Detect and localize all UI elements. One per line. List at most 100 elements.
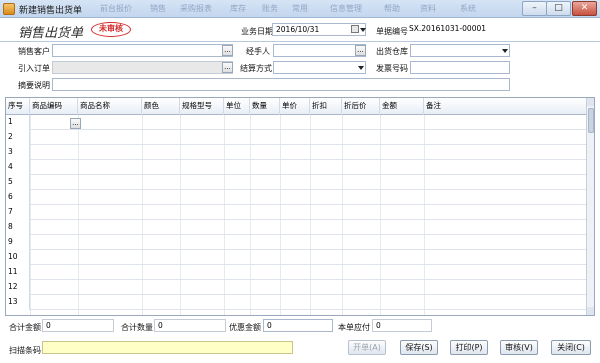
payable-label: 本单应付 bbox=[338, 323, 370, 332]
ghost-menu-item: 库存 bbox=[230, 4, 246, 13]
chevron-down-icon[interactable] bbox=[360, 28, 366, 32]
invoice-label: 发票号码 bbox=[376, 64, 408, 73]
ghost-menu-item: 账务 bbox=[262, 4, 278, 13]
table-row[interactable]: 3 bbox=[6, 145, 586, 160]
audit-button[interactable]: 审核(V) bbox=[500, 340, 538, 355]
status-stamp: 未审核 bbox=[91, 22, 131, 37]
scroll-up-button[interactable] bbox=[587, 98, 594, 106]
column-header[interactable]: 单价 bbox=[280, 98, 310, 115]
minimize-button[interactable]: – bbox=[522, 1, 547, 16]
table-row[interactable]: 13 bbox=[6, 295, 586, 310]
barcode-label: 扫描条码 bbox=[9, 346, 41, 355]
table-row[interactable]: 8 bbox=[6, 220, 586, 235]
total-amount-value: 0 bbox=[46, 321, 51, 330]
handler-field[interactable] bbox=[273, 44, 366, 57]
table-row[interactable]: 7 bbox=[6, 205, 586, 220]
grid-header: 序号 商品编码 商品名称 颜色 规格型号 单位 数量 单价 折扣 折后价 金额 … bbox=[6, 98, 586, 115]
row-number: 12 bbox=[6, 280, 30, 295]
total-qty-label: 合计数量 bbox=[121, 323, 153, 332]
scroll-thumb[interactable] bbox=[588, 108, 594, 133]
ghost-menu-item: 系统 bbox=[460, 4, 476, 13]
column-header[interactable]: 商品名称 bbox=[78, 98, 142, 115]
customer-lookup-button[interactable]: ... bbox=[222, 45, 233, 56]
row-number: 3 bbox=[6, 145, 30, 160]
close-window-button[interactable]: ✕ bbox=[572, 1, 597, 16]
ghost-menu-item: 常用 bbox=[292, 4, 308, 13]
row-number: 5 bbox=[6, 175, 30, 190]
column-header[interactable]: 规格型号 bbox=[180, 98, 224, 115]
table-row[interactable]: 6 bbox=[6, 190, 586, 205]
table-row[interactable]: 9 bbox=[6, 235, 586, 250]
column-header[interactable]: 备注 bbox=[424, 98, 586, 115]
form-area: 销售客户 ... 经手人 ... 出货仓库 引入订单 ... 结算方式 发票号码… bbox=[0, 42, 600, 97]
footer-bar: 合计金额 0 合计数量 0 优惠金额 0 本单应付 0 扫描条码 开单(A) 保… bbox=[0, 316, 600, 363]
ghost-menu-item: 前台报价 bbox=[100, 4, 132, 13]
row-number: 13 bbox=[6, 295, 30, 310]
column-header[interactable]: 折扣 bbox=[310, 98, 342, 115]
table-row[interactable]: 4 bbox=[6, 160, 586, 175]
table-row[interactable]: 5 bbox=[6, 175, 586, 190]
total-qty-field: 0 bbox=[154, 319, 226, 332]
discount-field[interactable]: 0 bbox=[263, 319, 333, 332]
order-lookup-button[interactable]: ... bbox=[222, 62, 233, 73]
maximize-button[interactable]: □ bbox=[546, 1, 571, 16]
product-lookup-button[interactable]: ... bbox=[70, 118, 81, 129]
scroll-down-button[interactable] bbox=[587, 307, 594, 315]
date-label: 业务日期 bbox=[241, 27, 273, 36]
save-button[interactable]: 保存(S) bbox=[400, 340, 438, 355]
total-amount-label: 合计金额 bbox=[9, 323, 41, 332]
row-number: 11 bbox=[6, 265, 30, 280]
new-order-button[interactable]: 开单(A) bbox=[348, 340, 386, 355]
document-header: 销售出货单 未审核 业务日期 2016/10/31 单据编号 SX.201610… bbox=[0, 18, 600, 42]
table-row[interactable]: 12 bbox=[6, 280, 586, 295]
app-icon bbox=[3, 3, 15, 15]
print-button[interactable]: 打印(P) bbox=[450, 340, 488, 355]
invoice-field[interactable] bbox=[410, 61, 510, 74]
settle-select[interactable] bbox=[273, 61, 366, 74]
handler-lookup-button[interactable]: ... bbox=[355, 45, 366, 56]
window-title: 新建销售出货单 bbox=[19, 6, 83, 16]
ghost-menu-item: 采购报表 bbox=[180, 4, 212, 13]
row-number: 6 bbox=[6, 190, 30, 205]
remark-field[interactable] bbox=[52, 78, 510, 91]
row-number: 9 bbox=[6, 235, 30, 250]
warehouse-select[interactable] bbox=[410, 44, 510, 57]
window-titlebar: 新建销售出货单 前台报价 销售 采购报表 库存 账务 常用 信息管理 帮助 资料… bbox=[0, 0, 600, 18]
settle-label: 结算方式 bbox=[240, 64, 272, 73]
column-header[interactable]: 单位 bbox=[224, 98, 250, 115]
ghost-menu-item: 销售 bbox=[150, 4, 166, 13]
column-header[interactable]: 序号 bbox=[6, 98, 30, 115]
docno-field: SX.20161031-00001 bbox=[406, 23, 510, 36]
table-row[interactable]: 2 bbox=[6, 130, 586, 145]
items-grid[interactable]: 序号 商品编码 商品名称 颜色 规格型号 单位 数量 单价 折扣 折后价 金额 … bbox=[5, 97, 595, 316]
column-header[interactable]: 数量 bbox=[250, 98, 280, 115]
customer-field[interactable] bbox=[52, 44, 233, 57]
ghost-menu-item: 帮助 bbox=[384, 4, 400, 13]
table-row[interactable]: 1 ... bbox=[6, 115, 586, 130]
close-button[interactable]: 关闭(C) bbox=[551, 340, 591, 355]
calendar-icon[interactable] bbox=[351, 25, 359, 33]
warehouse-label: 出货仓库 bbox=[376, 47, 408, 56]
chevron-down-icon[interactable] bbox=[358, 66, 364, 70]
column-header[interactable]: 折后价 bbox=[342, 98, 380, 115]
row-number: 8 bbox=[6, 220, 30, 235]
table-row[interactable]: 10 bbox=[6, 250, 586, 265]
column-header[interactable]: 颜色 bbox=[142, 98, 180, 115]
row-number: 7 bbox=[6, 205, 30, 220]
total-qty-value: 0 bbox=[158, 321, 163, 330]
total-amount-field: 0 bbox=[42, 319, 114, 332]
order-field[interactable] bbox=[52, 61, 233, 74]
barcode-input[interactable] bbox=[42, 341, 293, 354]
ghost-menu-item: 资料 bbox=[420, 4, 436, 13]
order-label: 引入订单 bbox=[18, 64, 50, 73]
row-number: 2 bbox=[6, 130, 30, 145]
table-row[interactable]: 11 bbox=[6, 265, 586, 280]
handler-label: 经手人 bbox=[246, 47, 270, 56]
docno-label: 单据编号 bbox=[376, 27, 408, 36]
date-value: 2016/10/31 bbox=[276, 25, 320, 34]
column-header[interactable]: 金额 bbox=[380, 98, 424, 115]
vertical-scrollbar[interactable] bbox=[586, 98, 594, 315]
customer-label: 销售客户 bbox=[18, 47, 50, 56]
column-header[interactable]: 商品编码 bbox=[30, 98, 78, 115]
chevron-down-icon[interactable] bbox=[502, 49, 508, 53]
